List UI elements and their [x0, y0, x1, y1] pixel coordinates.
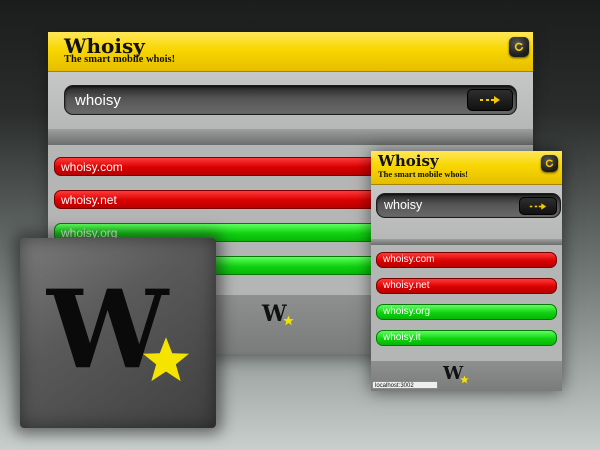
- app-header: Whoisy The smart mobile whois!: [371, 151, 562, 185]
- result-domain: whoisy.it: [383, 332, 421, 343]
- refresh-button[interactable]: [509, 37, 529, 57]
- search-input[interactable]: whoisy: [64, 85, 517, 115]
- search-input-value: whoisy: [384, 198, 423, 212]
- result-item-taken[interactable]: whoisy.com: [376, 252, 557, 268]
- app-subtitle: The smart mobile whois!: [378, 169, 468, 179]
- app-title: Whoisy: [64, 34, 145, 58]
- search-go-button[interactable]: [519, 197, 557, 215]
- divider-band: [48, 129, 533, 145]
- result-domain: whoisy.com: [383, 254, 435, 265]
- star-icon: [282, 315, 294, 326]
- star-icon: [460, 375, 469, 384]
- app-subtitle: The smart mobile whois!: [64, 54, 176, 65]
- footer-bar: W localhost:3002: [371, 361, 562, 391]
- result-domain: whoisy.org: [383, 306, 431, 317]
- result-item-available[interactable]: whoisy.it: [376, 330, 557, 346]
- result-domain: whoisy.com: [61, 160, 123, 174]
- result-domain: whoisy.net: [383, 280, 430, 291]
- search-input[interactable]: whoisy: [376, 193, 561, 218]
- footer-logo: W: [262, 303, 294, 326]
- app-title: Whoisy: [378, 152, 439, 170]
- search-input-value: whoisy: [75, 92, 121, 109]
- star-icon: [142, 337, 190, 382]
- footer-logo: W: [443, 365, 469, 384]
- result-item-taken[interactable]: whoisy.net: [376, 278, 557, 294]
- refresh-icon: [514, 42, 524, 51]
- results-list: whoisy.com whoisy.net whoisy.org whoisy.…: [371, 245, 562, 361]
- refresh-button[interactable]: [541, 155, 558, 172]
- status-url: localhost:3002: [372, 381, 438, 389]
- refresh-icon: [545, 159, 554, 168]
- app-header: Whoisy The smart mobile whois!: [48, 32, 533, 72]
- search-area: whoisy: [48, 72, 533, 129]
- result-domain: whoisy.net: [61, 193, 117, 207]
- arrow-right-icon: [529, 202, 547, 210]
- app-icon: W: [20, 238, 216, 428]
- small-app-window: Whoisy The smart mobile whois! whoisy wh…: [371, 151, 562, 391]
- result-item-available[interactable]: whoisy.org: [376, 304, 557, 320]
- search-area: whoisy: [371, 185, 562, 239]
- arrow-right-icon: [480, 96, 500, 104]
- search-go-button[interactable]: [467, 89, 513, 111]
